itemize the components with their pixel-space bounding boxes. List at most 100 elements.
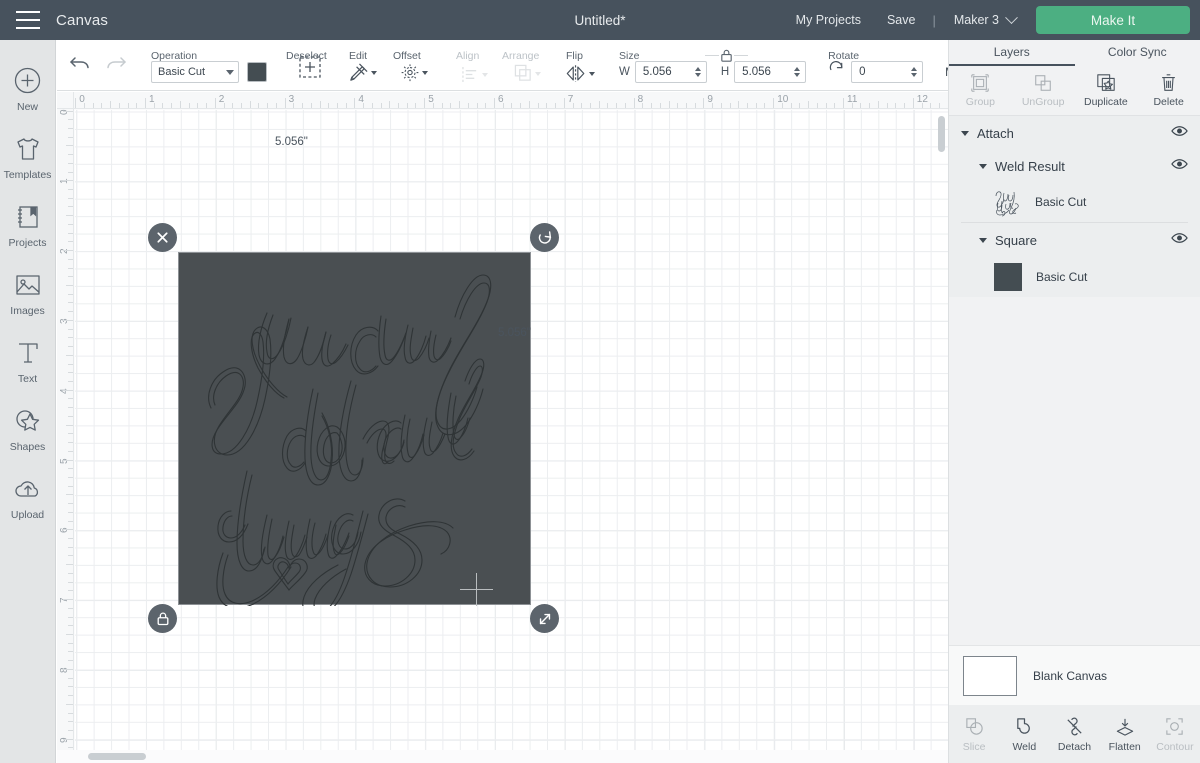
ruler-subtick [921, 103, 923, 108]
horizontal-scrollbar[interactable] [88, 753, 146, 760]
offset-button[interactable] [400, 63, 428, 83]
width-input[interactable] [634, 61, 707, 83]
width-prefix: W [619, 66, 630, 78]
ruler-tick [63, 110, 73, 112]
layer-row-basic-cut-script[interactable]: Basic Cut [949, 182, 1200, 222]
undo-icon[interactable] [69, 54, 91, 77]
layer-name: Weld Result [995, 158, 1065, 174]
ruler-subtick [68, 276, 73, 278]
sidebar-item-text[interactable]: Text [0, 326, 56, 394]
ruler-subtick [68, 503, 73, 505]
ruler-tick [63, 250, 73, 252]
sidebar-item-images[interactable]: Images [0, 258, 56, 326]
ruler-subtick [68, 311, 73, 313]
visibility-eye-icon[interactable] [1171, 124, 1188, 142]
ruler-subtick [68, 337, 73, 339]
detach-label: Detach [1057, 740, 1092, 753]
layer-row-weld-result[interactable]: Weld Result [949, 150, 1200, 182]
layer-row-square[interactable]: Square [949, 223, 1200, 257]
height-stepper[interactable] [793, 67, 805, 77]
rotate-value[interactable] [859, 66, 911, 78]
sidebar-item-upload[interactable]: Upload [0, 462, 56, 530]
rotate-handle[interactable] [530, 223, 559, 252]
arrange-button [514, 64, 541, 83]
ruler-subtick [68, 407, 73, 409]
blank-canvas-swatch[interactable] [963, 655, 1017, 696]
flip-label: Flip [566, 50, 583, 62]
height-input[interactable] [734, 61, 807, 83]
lock-handle[interactable] [148, 604, 177, 633]
ruler-subtick [816, 103, 818, 108]
delete-button[interactable]: Delete [1137, 66, 1200, 115]
visibility-eye-icon[interactable] [1171, 231, 1188, 249]
rotate-stepper[interactable] [910, 67, 922, 77]
chevron-down-icon[interactable] [979, 163, 987, 169]
rotate-icon [828, 60, 845, 83]
ruler-subtick [68, 712, 73, 714]
operation-color-swatch[interactable] [247, 62, 267, 82]
duplicate-button[interactable]: Duplicate [1075, 66, 1138, 115]
ruler-subtick [659, 103, 661, 108]
ruler-subtick [68, 127, 73, 129]
ruler-subtick [258, 103, 260, 108]
ruler-subtick [171, 103, 173, 108]
weld-button[interactable]: Weld [999, 705, 1049, 763]
ruler-subtick [68, 538, 73, 540]
ruler-tick [63, 319, 73, 321]
sidebar-item-new[interactable]: New [0, 54, 56, 122]
chevron-down-icon[interactable] [961, 130, 969, 136]
ruler-subtick [467, 103, 469, 108]
blank-canvas-label: Blank Canvas [1033, 668, 1108, 683]
vertical-scrollbar[interactable] [938, 116, 945, 152]
sidebar-item-label: Projects [8, 236, 47, 249]
tab-color-sync[interactable]: Color Sync [1075, 40, 1200, 66]
layer-row-basic-cut-square[interactable]: Basic Cut [949, 257, 1200, 297]
sidebar-item-templates[interactable]: Templates [0, 122, 56, 190]
detach-button[interactable]: Detach [1049, 705, 1099, 763]
operation-select[interactable]: Basic Cut [151, 61, 239, 83]
ruler-tick [354, 98, 356, 108]
design-canvas[interactable]: 5.056" 5.056" − 100% + 0123456789101112 … [57, 92, 948, 763]
ruler-subtick [66, 145, 73, 147]
ruler-subtick [624, 103, 626, 108]
machine-selector[interactable]: Maker 3 [940, 10, 1026, 27]
selected-design-object[interactable] [178, 252, 531, 606]
ruler-subtick [319, 101, 321, 108]
flatten-button[interactable]: Flatten [1100, 705, 1150, 763]
ruler-subtick [162, 103, 164, 108]
width-stepper[interactable] [694, 67, 706, 77]
ruler-subtick [642, 103, 644, 108]
lock-aspect-ratio[interactable] [705, 48, 748, 63]
visibility-eye-icon[interactable] [1171, 157, 1188, 175]
hamburger-icon[interactable] [0, 0, 56, 40]
tab-layers[interactable]: Layers [949, 40, 1075, 66]
flip-button[interactable] [565, 64, 595, 83]
save-button[interactable]: Save [874, 13, 929, 27]
size-label: Size [619, 50, 640, 62]
resize-handle[interactable] [530, 604, 559, 633]
my-projects-button[interactable]: My Projects [783, 13, 874, 27]
sidebar-item-projects[interactable]: Projects [0, 190, 56, 258]
delete-handle[interactable] [148, 223, 177, 252]
ruler-subtick [371, 103, 373, 108]
tshirt-icon [14, 132, 42, 166]
height-value[interactable] [742, 66, 794, 78]
chevron-down-icon[interactable] [979, 237, 987, 243]
layer-row-attach[interactable]: Attach [949, 116, 1200, 150]
ruler-subtick [240, 103, 242, 108]
width-value[interactable] [642, 66, 694, 78]
rotate-input[interactable] [851, 61, 924, 83]
layer-name: Attach [977, 125, 1014, 141]
make-it-button[interactable]: Make It [1036, 6, 1190, 34]
ruler-tick [214, 98, 216, 108]
layer-name: Basic Cut [1036, 270, 1088, 284]
arrange-label: Arrange [502, 50, 540, 62]
image-icon [15, 268, 41, 302]
edit-button[interactable] [348, 62, 377, 83]
chevron-down-icon [589, 71, 595, 76]
sidebar-item-shapes[interactable]: Shapes [0, 394, 56, 462]
ruler-subtick [310, 103, 312, 108]
canvas-background-row[interactable]: Blank Canvas [949, 645, 1200, 705]
header-actions: My Projects Save | Maker 3 Make It [783, 6, 1200, 34]
ruler-subtick [68, 546, 73, 548]
